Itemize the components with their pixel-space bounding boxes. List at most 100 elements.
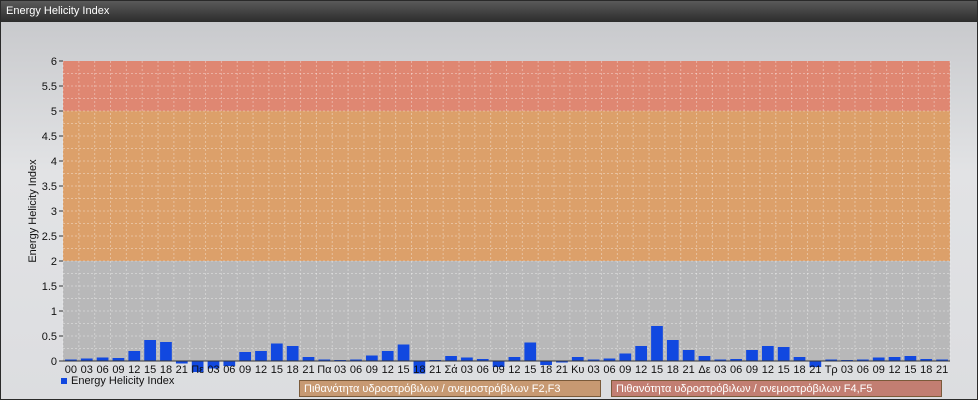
window-title: Energy Helicity Index <box>1 1 977 22</box>
x-tick-label: 15 <box>778 364 790 376</box>
bar-35 <box>619 353 632 361</box>
bar-12 <box>255 351 267 361</box>
x-tick-label: 18 <box>920 364 932 376</box>
x-tick-label: 15 <box>397 364 409 376</box>
bar-2 <box>96 357 109 361</box>
bar-25 <box>461 357 473 361</box>
x-tick-label: Σά <box>444 364 458 376</box>
bar-29 <box>524 342 537 361</box>
x-tick-label: 03 <box>461 364 473 376</box>
x-tick-label: 15 <box>271 364 283 376</box>
x-tick-label: 21 <box>429 364 441 376</box>
x-tick-label: 09 <box>873 364 885 376</box>
bar-52 <box>888 357 901 361</box>
bar-38 <box>666 340 679 361</box>
x-tick-label: 09 <box>619 364 631 376</box>
x-tick-label: 09 <box>746 364 758 376</box>
x-tick-label: 06 <box>603 364 615 376</box>
series-legend[interactable]: Energy Helicity Index <box>61 375 174 387</box>
bar-36 <box>635 346 647 361</box>
y-tick-label: 6 <box>51 56 57 68</box>
bar-6 <box>160 342 172 361</box>
chart-area: 0 0.5 1 1.5 2 2.5 3 3.5 4 4.5 5 5.5 6 Energy Helicity… <box>1 22 977 399</box>
x-tick-label: 21 <box>683 364 695 376</box>
y-tick-label: 5 <box>51 106 57 118</box>
y-tick-label: 4.5 <box>42 131 57 143</box>
x-tick-label: 12 <box>888 364 900 376</box>
bar-21 <box>397 344 410 361</box>
bar-44 <box>761 346 774 361</box>
y-tick-label: 1.5 <box>42 281 57 293</box>
x-tick-label: 03 <box>207 364 219 376</box>
bar-28 <box>508 357 521 361</box>
x-tick-label: 12 <box>508 364 520 376</box>
band-legend-f4f5[interactable]: Πιθανότητα υδροστρόβιλων / ανεμοστρόβιλω… <box>611 380 942 397</box>
x-tick-label: 03 <box>334 364 346 376</box>
bar-4 <box>128 351 141 361</box>
x-tick-label: Πα <box>317 364 332 376</box>
y-tick-label: 1 <box>51 306 57 318</box>
x-tick-label: Δε <box>698 364 710 376</box>
x-tick-label: 06 <box>857 364 869 376</box>
x-tick-label: Κυ <box>571 364 584 376</box>
x-tick-label: 06 <box>350 364 362 376</box>
bar-5 <box>144 340 156 361</box>
x-tick-label: 12 <box>382 364 394 376</box>
bar-53 <box>904 356 917 361</box>
x-tick-label: 03 <box>714 364 726 376</box>
x-tick-label: 09 <box>239 364 251 376</box>
bar-13 <box>270 343 283 361</box>
x-tick-label: 15 <box>904 364 916 376</box>
x-tick-label: 06 <box>477 364 489 376</box>
x-tick-label: 21 <box>556 364 568 376</box>
bar-11 <box>239 352 252 361</box>
bar-15 <box>302 357 315 361</box>
bar-24 <box>445 356 457 361</box>
x-tick-label: 18 <box>413 364 425 376</box>
x-tick-label: 18 <box>793 364 805 376</box>
x-tick-label: 18 <box>287 364 299 376</box>
x-tick-label: 12 <box>255 364 267 376</box>
bar-19 <box>366 355 378 361</box>
bar-20 <box>381 351 394 361</box>
x-tick-label: 15 <box>651 364 663 376</box>
bar-37 <box>651 326 663 361</box>
series-legend-swatch <box>61 378 67 384</box>
y-tick-label: 3 <box>51 206 57 218</box>
y-tick-label: 0.5 <box>42 331 57 343</box>
y-tick-label: 3.5 <box>42 181 57 193</box>
x-tick-label: 06 <box>223 364 235 376</box>
series-legend-label: Energy Helicity Index <box>71 375 175 387</box>
bar-51 <box>872 357 885 361</box>
bar-32 <box>571 357 584 361</box>
bar-45 <box>777 347 790 361</box>
x-tick-label: 09 <box>366 364 378 376</box>
y-tick-label: 2 <box>51 256 57 268</box>
x-tick-label: 15 <box>524 364 536 376</box>
y-tick-label: 4 <box>51 156 57 168</box>
bar-46 <box>793 357 806 361</box>
x-tick-label: 12 <box>635 364 647 376</box>
x-tick-label: 12 <box>762 364 774 376</box>
bar-14 <box>286 346 299 361</box>
x-tick-label: 06 <box>730 364 742 376</box>
x-tick-label: 18 <box>667 364 679 376</box>
ehi-chart: 0 0.5 1 1.5 2 2.5 3 3.5 4 4.5 5 5.5 6 Energy Helicity… <box>27 56 951 376</box>
x-tick-label: 21 <box>936 364 948 376</box>
y-axis-label: Energy Helicity Index <box>27 159 39 263</box>
x-tick-label: Τρ <box>825 364 838 376</box>
x-tick-label: 21 <box>176 364 188 376</box>
x-tick-label: 09 <box>492 364 504 376</box>
y-tick-label: 5.5 <box>42 81 57 93</box>
x-tick-label: Πε <box>191 364 204 376</box>
y-tick-label: 2.5 <box>42 231 57 243</box>
bar-39 <box>682 350 695 361</box>
x-tick-label: 21 <box>302 364 314 376</box>
x-tick-label: 03 <box>841 364 853 376</box>
y-tick-label: 0 <box>51 356 57 368</box>
bar-40 <box>698 356 711 361</box>
x-tick-label: 18 <box>540 364 552 376</box>
chart-window: Energy Helicity Index 0 0.5 1 1.5 2 2.5 3 3.5 4 4… <box>0 0 978 400</box>
bar-43 <box>746 350 758 361</box>
band-legend-f2f3[interactable]: Πιθανότητα υδροστρόβιλων / ανεμοστρόβιλω… <box>299 380 601 397</box>
